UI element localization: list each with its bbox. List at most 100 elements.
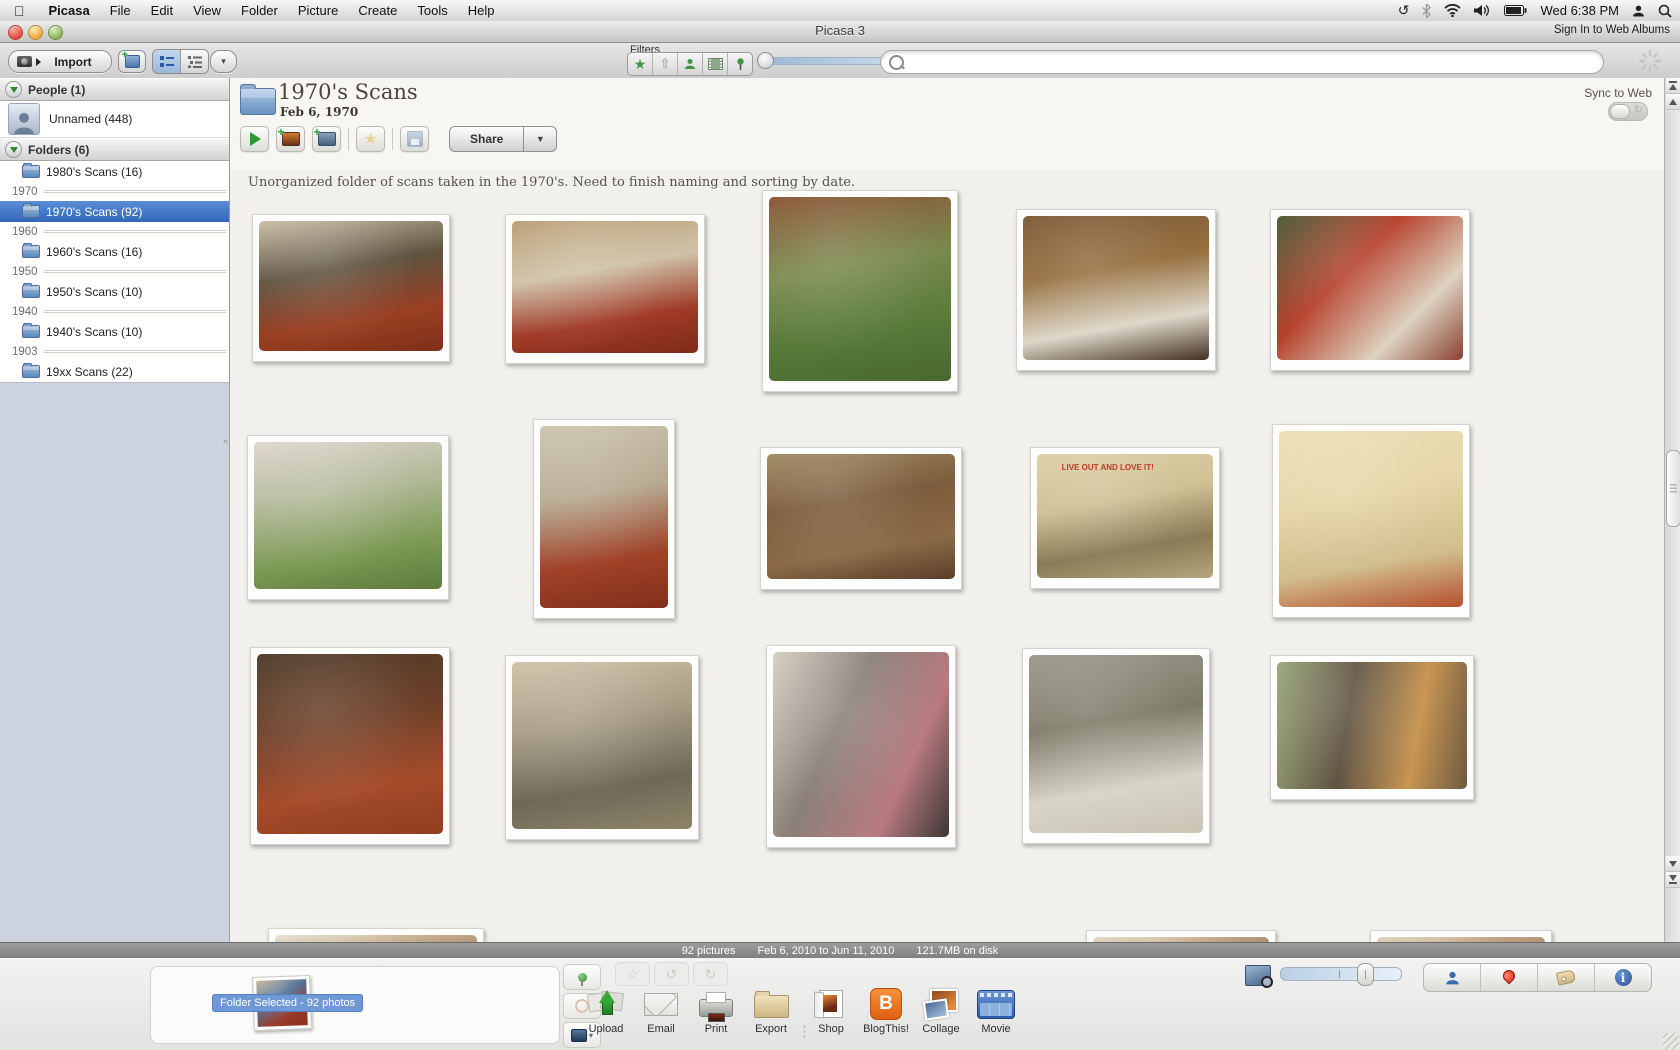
scrollbar-thumb[interactable]: [1666, 450, 1680, 527]
view-options-button[interactable]: ▾: [210, 50, 237, 73]
sidebar-folder-item[interactable]: 19xx Scans (22): [0, 361, 229, 382]
menu-item-create[interactable]: Create: [348, 3, 407, 18]
menu-item-help[interactable]: Help: [458, 3, 505, 18]
filter-uploaded-button[interactable]: ⇧: [652, 53, 677, 75]
filter-starred-button[interactable]: ★: [628, 53, 652, 75]
menu-item-file[interactable]: File: [100, 3, 141, 18]
scroll-to-bottom-button[interactable]: [1666, 872, 1680, 888]
apple-menu-icon[interactable]: : [0, 3, 39, 19]
sync-to-web-toggle[interactable]: ↻: [1608, 102, 1648, 121]
disclosure-triangle-icon[interactable]: [5, 141, 22, 158]
movie-button[interactable]: Movie: [968, 986, 1024, 1035]
disclosure-triangle-icon[interactable]: [5, 81, 22, 98]
folder-date[interactable]: Feb 6, 1970: [280, 105, 358, 119]
export-button[interactable]: Export: [743, 986, 799, 1035]
print-button[interactable]: Print: [688, 986, 744, 1035]
sidebar-item-unnamed-people[interactable]: Unnamed (448): [0, 101, 229, 138]
folders-section-header[interactable]: Folders (6): [0, 138, 229, 161]
photo-thumbnail[interactable]: [250, 647, 450, 845]
filter-geotagged-button[interactable]: [727, 53, 752, 75]
photo-thumbnail[interactable]: [268, 928, 484, 942]
menu-item-folder[interactable]: Folder: [231, 3, 288, 18]
sidebar-folder-item[interactable]: 1970's Scans (92): [0, 201, 229, 222]
shop-button[interactable]: Shop: [803, 986, 859, 1035]
photo-thumbnail[interactable]: [1370, 930, 1552, 942]
undo-button[interactable]: ↺: [654, 962, 689, 986]
scroll-up-button[interactable]: [1666, 94, 1680, 110]
zoom-slider-thumb[interactable]: [1357, 963, 1374, 986]
redo-button[interactable]: ↻: [693, 962, 728, 986]
star-button[interactable]: ★: [356, 126, 385, 152]
show-tags-button[interactable]: [1537, 964, 1594, 991]
import-button[interactable]: Import: [8, 50, 112, 73]
photo-thumbnail[interactable]: [762, 190, 958, 392]
photo-thumbnail[interactable]: [1022, 648, 1210, 844]
photo-thumbnail[interactable]: [1270, 655, 1474, 800]
shop-icon: [819, 990, 843, 1018]
photo-thumbnail[interactable]: [533, 419, 675, 619]
collage-button[interactable]: Collage: [913, 986, 969, 1035]
menu-clock[interactable]: Wed 6:38 PM: [1540, 3, 1619, 18]
menu-item-view[interactable]: View: [183, 3, 231, 18]
wifi-icon[interactable]: [1444, 4, 1461, 17]
save-button[interactable]: [400, 126, 429, 152]
battery-icon[interactable]: [1504, 5, 1527, 16]
menu-item-picasa[interactable]: Picasa: [39, 3, 100, 18]
folder-description[interactable]: Unorganized folder of scans taken in the…: [248, 175, 855, 190]
spotlight-icon[interactable]: [1658, 4, 1672, 18]
tree-view-button[interactable]: [180, 50, 208, 73]
thumbnail-zoom-slider[interactable]: [1280, 967, 1402, 981]
people-section-header[interactable]: People (1): [0, 78, 229, 101]
scroll-down-button[interactable]: [1666, 856, 1680, 872]
sidebar-collapse-handle[interactable]: ^: [223, 441, 228, 449]
share-button[interactable]: Share: [449, 126, 524, 152]
slideshow-button[interactable]: [240, 126, 269, 152]
recent-items-icon[interactable]: ↺: [1398, 2, 1410, 19]
redo-icon: ↻: [705, 966, 717, 983]
export-icon: [754, 995, 789, 1018]
photo-thumbnail[interactable]: [1016, 209, 1216, 371]
search-field[interactable]: [880, 50, 1604, 74]
star-toggle-button[interactable]: ☆: [615, 962, 650, 986]
photo-thumbnail[interactable]: [505, 214, 705, 364]
show-properties-button[interactable]: i: [1594, 964, 1651, 991]
sidebar-folder-item[interactable]: 1950's Scans (10): [0, 281, 229, 302]
upload-button[interactable]: Upload: [578, 986, 634, 1035]
menu-item-edit[interactable]: Edit: [141, 3, 183, 18]
sidebar-folder-item[interactable]: 1940's Scans (10): [0, 321, 229, 342]
flat-view-button[interactable]: [153, 50, 180, 73]
photo-thumbnail[interactable]: [505, 655, 699, 840]
photo-thumbnail[interactable]: [247, 435, 449, 600]
volume-icon[interactable]: [1474, 4, 1491, 17]
photo-thumbnail[interactable]: LIVE OUT AND LOVE IT!: [1030, 447, 1220, 589]
user-switch-icon[interactable]: [1632, 4, 1645, 17]
menu-item-tools[interactable]: Tools: [407, 3, 457, 18]
photo-thumbnail[interactable]: [760, 447, 962, 590]
photo-thumbnail[interactable]: [1086, 930, 1276, 942]
vertical-scrollbar[interactable]: [1664, 78, 1680, 942]
photo-thumbnail[interactable]: [252, 214, 450, 362]
filter-date-slider-thumb[interactable]: [757, 52, 774, 69]
sidebar-folder-item[interactable]: 1960's Scans (16): [0, 241, 229, 262]
filter-movies-button[interactable]: [702, 53, 727, 75]
add-photos-button[interactable]: [276, 126, 305, 152]
person-icon: [1445, 970, 1460, 985]
share-dropdown-button[interactable]: ▼: [524, 126, 557, 152]
filter-faces-button[interactable]: [677, 53, 702, 75]
photo-thumbnail[interactable]: [1272, 424, 1470, 618]
zoom-fit-icon[interactable]: [1245, 965, 1271, 986]
menu-item-picture[interactable]: Picture: [288, 3, 348, 18]
scroll-to-top-button[interactable]: [1666, 78, 1680, 94]
bluetooth-icon[interactable]: [1422, 4, 1431, 18]
resize-grip[interactable]: [1663, 1033, 1679, 1049]
sidebar-folder-item[interactable]: 1980's Scans (16): [0, 161, 229, 182]
email-button[interactable]: Email: [633, 986, 689, 1035]
photo-thumbnail[interactable]: [766, 645, 956, 848]
create-movie-button[interactable]: [312, 126, 341, 152]
photo-thumbnail[interactable]: [1270, 209, 1470, 371]
add-album-button[interactable]: [118, 50, 146, 73]
show-faces-button[interactable]: [1424, 964, 1480, 991]
blogthis-button[interactable]: B BlogThis!: [858, 986, 914, 1035]
sign-in-link[interactable]: Sign In to Web Albums: [1554, 24, 1670, 36]
show-places-button[interactable]: [1480, 964, 1537, 991]
